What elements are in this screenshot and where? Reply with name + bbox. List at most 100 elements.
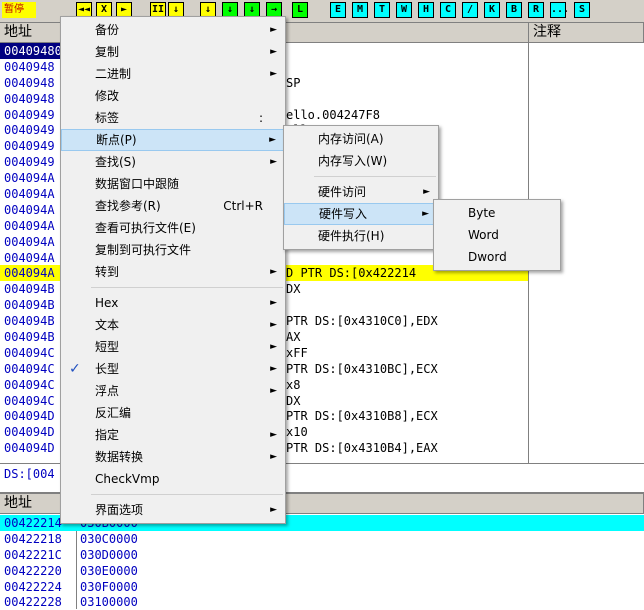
dump-row[interactable]: 00422220 030E0000 bbox=[0, 563, 644, 579]
disasm-row[interactable]: DX bbox=[286, 281, 528, 297]
address-row[interactable]: 004094B bbox=[0, 313, 60, 329]
context-menu-item-21[interactable]: CheckVmp bbox=[61, 468, 285, 490]
menu-item-label: 内存访问(A) bbox=[318, 132, 384, 146]
context-menu-item-17[interactable]: 浮点 ► bbox=[61, 380, 285, 402]
hardware-write-submenu: Byte Word Dword bbox=[433, 199, 561, 271]
context-menu-item-7[interactable]: 数据窗口中跟随 bbox=[61, 173, 285, 195]
disasm-row[interactable] bbox=[286, 43, 528, 59]
address-row[interactable]: 004094B bbox=[0, 281, 60, 297]
toolbar-button-20[interactable]: ... bbox=[550, 2, 569, 18]
address-row[interactable]: 004094A bbox=[0, 218, 60, 234]
toolbar-button-11[interactable]: M bbox=[352, 2, 368, 18]
disasm-row[interactable]: x10 bbox=[286, 424, 528, 440]
toolbar-button-16[interactable]: / bbox=[462, 2, 478, 18]
address-row[interactable]: 004094A bbox=[0, 186, 60, 202]
context-menu-item-11[interactable]: 转到 ► bbox=[61, 261, 285, 283]
context-menu-item-20[interactable]: 数据转换 ► bbox=[61, 446, 285, 468]
dump-row[interactable]: 0042221C 030D0000 bbox=[0, 547, 644, 563]
disasm-column-header[interactable] bbox=[286, 23, 529, 43]
hw-write-menu-item-0[interactable]: Byte bbox=[434, 202, 560, 224]
address-row[interactable]: 0040949 bbox=[0, 107, 60, 123]
dump-row[interactable]: 00422218 030C0000 bbox=[0, 531, 644, 547]
address-row[interactable]: 004094C bbox=[0, 393, 60, 409]
disasm-row[interactable]: DX bbox=[286, 393, 528, 409]
breakpoint-menu-item-1[interactable]: 内存写入(W) bbox=[284, 150, 438, 172]
disasm-row[interactable]: x8 bbox=[286, 377, 528, 393]
context-menu-item-1[interactable]: 复制 ► bbox=[61, 41, 285, 63]
context-menu-item-18[interactable]: 反汇编 bbox=[61, 402, 285, 424]
address-row[interactable]: 0040948 bbox=[0, 75, 60, 91]
disasm-row[interactable]: PTR DS:[0x4310C0],EDX bbox=[286, 313, 528, 329]
context-menu-item-10[interactable]: 复制到可执行文件 bbox=[61, 239, 285, 261]
submenu-arrow-icon: ► bbox=[270, 505, 277, 515]
context-menu-item-19[interactable]: 指定 ► bbox=[61, 424, 285, 446]
disasm-row[interactable]: PTR DS:[0x4310B4],EAX bbox=[286, 440, 528, 456]
context-menu-item-6[interactable]: 查找(S) ► bbox=[61, 151, 285, 173]
address-row[interactable]: 004094A bbox=[0, 234, 60, 250]
context-menu-item-9[interactable]: 查看可执行文件(E) bbox=[61, 217, 285, 239]
toolbar-button-12[interactable]: T bbox=[374, 2, 390, 18]
address-row[interactable]: 004094A bbox=[0, 265, 60, 282]
context-menu-item-3[interactable]: 修改 bbox=[61, 85, 285, 107]
toolbar-button-18[interactable]: B bbox=[506, 2, 522, 18]
breakpoint-menu-item-4[interactable]: 硬件写入 ► bbox=[284, 203, 438, 225]
disasm-row[interactable] bbox=[286, 59, 528, 75]
breakpoint-menu-item-5[interactable]: 硬件执行(H) bbox=[284, 225, 438, 247]
breakpoint-menu-item-0[interactable]: 内存访问(A) bbox=[284, 128, 438, 150]
submenu-arrow-icon: ► bbox=[422, 209, 429, 219]
toolbar-button-13[interactable]: W bbox=[396, 2, 412, 18]
breakpoint-menu-item-3[interactable]: 硬件访问 ► bbox=[284, 181, 438, 203]
address-row[interactable]: 0040949 bbox=[0, 138, 60, 154]
context-menu-item-13[interactable]: Hex ► bbox=[61, 292, 285, 314]
menu-item-label: 界面选项 bbox=[95, 503, 144, 517]
address-row[interactable]: 004094D bbox=[0, 424, 60, 440]
dump-row[interactable]: 00422224 030F0000 bbox=[0, 579, 644, 595]
address-row[interactable]: 004094A bbox=[0, 170, 60, 186]
disasm-row[interactable]: ello.004247F8 bbox=[286, 107, 528, 123]
context-menu-item-2[interactable]: 二进制 ► bbox=[61, 63, 285, 85]
context-menu-item-0[interactable]: 备份 ► bbox=[61, 19, 285, 41]
address-row[interactable]: 004094C bbox=[0, 345, 60, 361]
comment-column-header[interactable]: 注释 bbox=[529, 23, 644, 43]
disasm-row[interactable]: SP bbox=[286, 75, 528, 91]
address-row[interactable]: 004094B bbox=[0, 329, 60, 345]
address-row[interactable]: 0040949 bbox=[0, 154, 60, 170]
address-row[interactable]: 004094B bbox=[0, 297, 60, 313]
address-row[interactable]: 0040948 bbox=[0, 91, 60, 107]
submenu-arrow-icon: ► bbox=[270, 47, 277, 57]
address-row[interactable]: 004094C bbox=[0, 361, 60, 377]
address-row[interactable]: 00409480 bbox=[0, 43, 60, 59]
dump-address: 00422228 bbox=[4, 595, 62, 610]
address-row[interactable]: 004094D bbox=[0, 440, 60, 456]
context-menu-item-4[interactable]: 标签: bbox=[61, 107, 285, 129]
toolbar-button-15[interactable]: C bbox=[440, 2, 456, 18]
toolbar-button-10[interactable]: E bbox=[330, 2, 346, 18]
toolbar-button-21[interactable]: S bbox=[574, 2, 590, 18]
address-row[interactable]: 0040949 bbox=[0, 122, 60, 138]
address-row[interactable]: 004094A bbox=[0, 250, 60, 266]
hw-write-menu-item-2[interactable]: Dword bbox=[434, 246, 560, 268]
disasm-row[interactable] bbox=[286, 297, 528, 313]
disasm-row[interactable] bbox=[286, 91, 528, 107]
context-menu-item-15[interactable]: 短型 ► bbox=[61, 336, 285, 358]
toolbar-button-17[interactable]: K bbox=[484, 2, 500, 18]
disasm-row[interactable]: PTR DS:[0x4310BC],ECX bbox=[286, 361, 528, 377]
hw-write-menu-item-1[interactable]: Word bbox=[434, 224, 560, 246]
context-menu-item-16[interactable]: ✓ 长型 ► bbox=[61, 358, 285, 380]
toolbar-button-19[interactable]: R bbox=[528, 2, 544, 18]
context-menu-item-5[interactable]: 断点(P) ► bbox=[61, 129, 285, 151]
disasm-row[interactable]: xFF bbox=[286, 345, 528, 361]
address-row[interactable]: 0040948 bbox=[0, 59, 60, 75]
disasm-row[interactable]: AX bbox=[286, 329, 528, 345]
address-row[interactable]: 004094C bbox=[0, 377, 60, 393]
context-menu-item-8[interactable]: 查找参考(R) Ctrl+R bbox=[61, 195, 285, 217]
address-row[interactable]: 004094D bbox=[0, 408, 60, 424]
dump-row[interactable]: 00422228 03100000 bbox=[0, 594, 644, 610]
toolbar-button-14[interactable]: H bbox=[418, 2, 434, 18]
submenu-arrow-icon: ► bbox=[270, 452, 277, 462]
context-menu-item-14[interactable]: 文本 ► bbox=[61, 314, 285, 336]
disasm-row[interactable]: PTR DS:[0x4310B8],ECX bbox=[286, 408, 528, 424]
context-menu-item-23[interactable]: 界面选项 ► bbox=[61, 499, 285, 521]
address-row[interactable]: 004094A bbox=[0, 202, 60, 218]
toolbar-button-9[interactable]: L bbox=[292, 2, 308, 18]
